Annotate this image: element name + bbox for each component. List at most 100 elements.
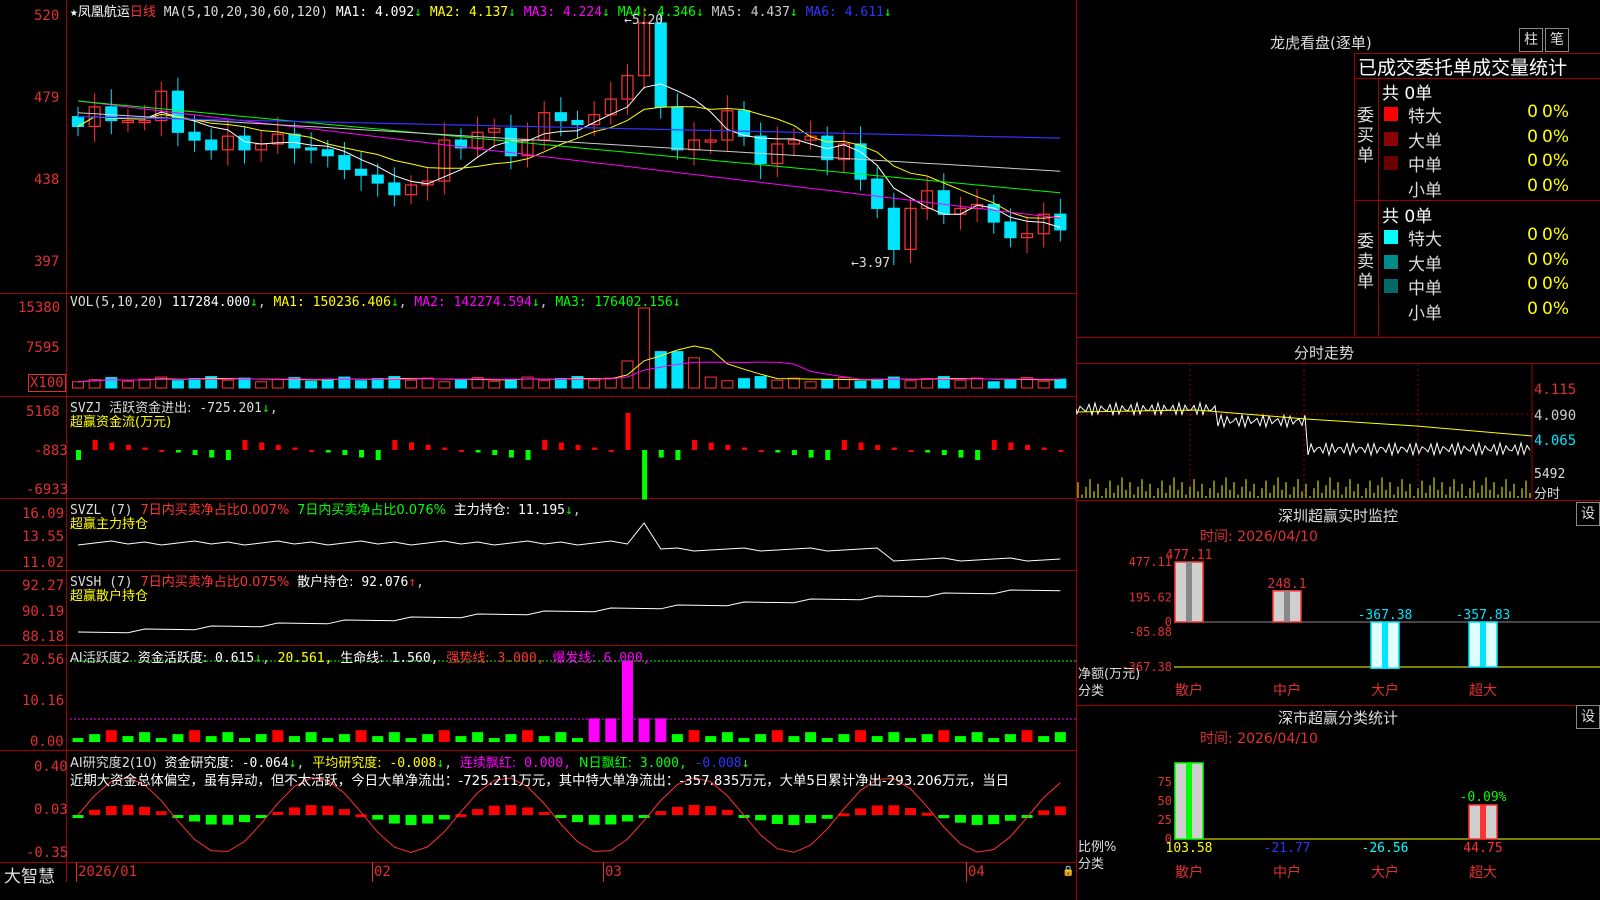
fund-flow-bar xyxy=(708,442,714,450)
research-bar xyxy=(472,809,484,815)
candle xyxy=(871,178,884,209)
vol-ma1-line xyxy=(77,345,1061,383)
lock-icon[interactable]: 🔒 xyxy=(1062,866,1074,877)
ma1-label: MA1: 4.092↓ xyxy=(335,5,422,20)
color-swatch xyxy=(1384,156,1398,170)
fund-flow-bar xyxy=(209,450,215,458)
research-bar xyxy=(388,815,400,824)
ma3-label: MA3: 4.224↓ xyxy=(523,5,610,20)
fund-flow-bar xyxy=(259,442,265,450)
sell-pct: 0% xyxy=(1542,274,1569,294)
cls-category-label: 中户 xyxy=(1273,864,1301,881)
research-bar xyxy=(205,815,217,825)
activity-bar xyxy=(588,718,600,742)
sz-y-tick: 195.62 xyxy=(1129,590,1172,604)
activity-bar xyxy=(855,730,867,742)
research-bar xyxy=(538,811,550,815)
activity-bar xyxy=(288,736,300,742)
volume-bar xyxy=(1004,379,1017,389)
fund-flow-bar xyxy=(742,447,747,450)
fund-flow-bar xyxy=(76,450,81,461)
volume-bar xyxy=(921,378,934,389)
buy-pct: 0% xyxy=(1542,175,1569,196)
candle xyxy=(671,106,684,151)
buy-value: 0 xyxy=(1527,126,1538,147)
vol-y-tick: 15380 xyxy=(18,300,61,316)
research-bar xyxy=(721,809,733,815)
cls-bar-label: 44.75 xyxy=(1463,841,1502,856)
fund-flow-bar xyxy=(359,450,365,458)
ai2-y-tick: 0.03 xyxy=(34,802,68,818)
research-bar xyxy=(821,815,833,819)
buy-label: 特大 xyxy=(1408,107,1442,127)
candle xyxy=(371,174,384,184)
cls-bar-label: -26.56 xyxy=(1362,841,1409,856)
main-y-tick: 438 xyxy=(34,172,60,188)
intraday-chart[interactable] xyxy=(1076,364,1600,500)
buy-value: 0 xyxy=(1527,102,1538,122)
activity-bar xyxy=(472,732,484,742)
sell-orders-label: 委卖单 xyxy=(1357,232,1374,292)
sz-monitor-settings-button[interactable]: 设 xyxy=(1576,502,1600,526)
period-label[interactable]: 日线 xyxy=(130,5,156,20)
research-bar xyxy=(938,815,950,819)
buy-label: 大单 xyxy=(1408,131,1442,152)
research-bar xyxy=(788,815,800,825)
activity-bar xyxy=(205,736,217,742)
volume-bar xyxy=(954,379,967,389)
activity-bar xyxy=(522,730,534,742)
x-axis-label: 04 xyxy=(968,864,985,880)
sz-bar-label: 248.1 xyxy=(1267,577,1306,592)
fund-flow-bar xyxy=(558,442,564,450)
cls-category-label: 散户 xyxy=(1175,864,1203,881)
research-bar xyxy=(255,815,267,818)
fund-flow-bar xyxy=(642,450,648,500)
sz-y-axis-label: 净额(万元) xyxy=(1078,667,1140,682)
activity-bar xyxy=(605,718,617,742)
research-bar xyxy=(555,815,567,818)
buy-label: 小单 xyxy=(1408,180,1442,201)
volume-bar xyxy=(504,378,517,389)
vol-unit-button[interactable]: X100 xyxy=(28,374,66,392)
ma6-line xyxy=(77,116,1061,139)
fund-flow-bar xyxy=(875,444,881,450)
buy-label: 中单 xyxy=(1408,156,1442,176)
volume-bar xyxy=(321,378,334,389)
candle xyxy=(1004,221,1017,239)
activity-bar xyxy=(921,734,933,742)
sz-class-chart: 7550250103.58散户-21.77中户-26.56大户44.75超大-0… xyxy=(1078,762,1600,881)
volume-bar xyxy=(72,381,84,389)
volume-bar xyxy=(538,380,551,389)
activity-bar xyxy=(105,730,117,742)
candle xyxy=(338,155,351,170)
activity-bar xyxy=(805,732,817,742)
volume-bar xyxy=(188,378,201,389)
fund-flow-bar xyxy=(841,439,847,450)
fund-flow-bar xyxy=(958,450,964,458)
candle xyxy=(71,116,85,128)
vol-ma2-line xyxy=(77,361,1061,383)
bar-mode-button[interactable]: 柱 xyxy=(1519,28,1543,52)
tick-mode-button[interactable]: 笔 xyxy=(1545,28,1569,52)
research-bar xyxy=(588,815,600,825)
research-bar xyxy=(72,815,84,818)
activity-bar xyxy=(705,736,717,742)
fund-flow-bar xyxy=(825,450,831,461)
candle xyxy=(654,22,667,108)
star-icon[interactable]: ★ xyxy=(70,5,78,20)
sz-bar-label: 477.11 xyxy=(1166,548,1213,563)
volume-bar xyxy=(405,379,417,389)
sz-y-tick: -85.88 xyxy=(1129,625,1172,639)
cls-y-tick: 25 xyxy=(1158,813,1172,827)
research-bar xyxy=(505,805,517,815)
volume-bar xyxy=(787,377,800,389)
volume-bar xyxy=(438,381,451,389)
sz-class-settings-button[interactable]: 设 xyxy=(1576,705,1600,729)
ai1-y-tick: 10.16 xyxy=(22,693,65,709)
svzj-y-tick: 5168 xyxy=(26,404,60,420)
activity-bar xyxy=(788,736,800,742)
volume-bar xyxy=(804,381,817,389)
volume-bar xyxy=(371,378,384,389)
research-bar xyxy=(372,815,384,820)
activity-bar xyxy=(655,718,667,742)
